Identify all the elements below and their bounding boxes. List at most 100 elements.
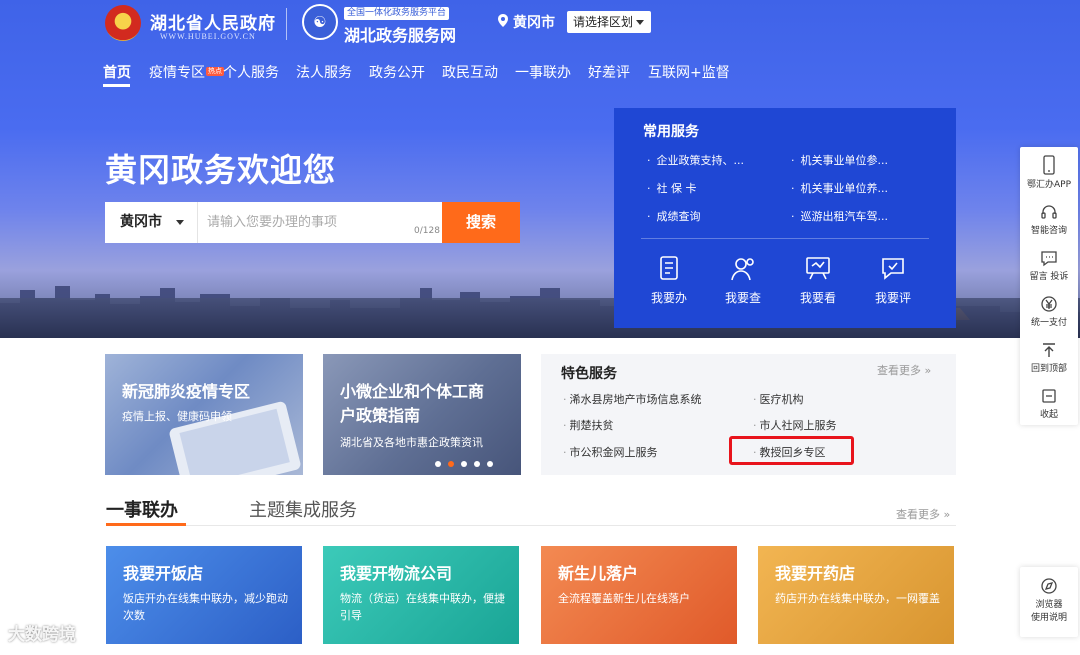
sme-policy-banner[interactable]: 小微企业和个体工商 户政策指南 湖北省及各地市惠企政策资讯: [323, 354, 521, 475]
search-bar: 黄冈市 0/128 搜索: [105, 202, 520, 243]
red-highlight-box: [729, 436, 854, 465]
carousel-dot-active[interactable]: [448, 461, 454, 467]
card-title: 新生儿落户: [558, 564, 639, 583]
panel-divider: [641, 238, 929, 239]
sidebar-collapse-label: 收起: [1039, 410, 1058, 420]
featured-title: 特色服务: [561, 366, 617, 382]
quick-view-label: 我要看: [799, 291, 836, 305]
epidemic-banner[interactable]: 新冠肺炎疫情专区 疫情上报、健康码申领: [105, 354, 303, 475]
nav-interaction[interactable]: 政民互动: [442, 62, 498, 82]
region-select[interactable]: 请选择区划: [567, 11, 651, 33]
nav-corporate[interactable]: 法人服务: [296, 62, 352, 82]
search-button[interactable]: 搜索: [442, 202, 520, 243]
banner-subtitle: 疫情上报、健康码申领: [122, 410, 232, 423]
quick-do-button[interactable]: 我要办: [639, 254, 699, 306]
card-title: 我要开饭店: [123, 564, 204, 583]
nav-one-thing[interactable]: 一事联办: [515, 62, 571, 82]
nav-personal[interactable]: 个人服务: [223, 62, 279, 82]
featured-link[interactable]: 浠水县房地产市场信息系统: [563, 391, 702, 407]
quick-rate-label: 我要评: [874, 291, 911, 305]
national-emblem-icon: [105, 5, 141, 41]
browser-guide-label-1: 浏览器: [1035, 600, 1063, 610]
floating-sidebar: 鄂汇办APP 智能咨询 留言 投诉 统一支付 回到顶部 收起: [1020, 147, 1078, 425]
sidebar-complaint[interactable]: 留言 投诉: [1020, 249, 1078, 282]
nav-epidemic[interactable]: 疫情专区 热点: [149, 62, 225, 82]
nav-active-underline: [103, 84, 130, 87]
collapse-icon: [1042, 389, 1056, 403]
common-service-link[interactable]: 巡游出租汽车驾...: [791, 208, 889, 224]
carousel-dot[interactable]: [474, 461, 480, 467]
common-service-link[interactable]: 机关事业单位养...: [791, 180, 889, 196]
mobile-phone-icon: [1043, 155, 1055, 175]
quick-query-label: 我要查: [724, 291, 761, 305]
nav-gov-affairs[interactable]: 政务公开: [369, 62, 425, 82]
carousel-dot[interactable]: [435, 461, 441, 467]
theme-card-newborn[interactable]: 新生儿落户 全流程覆盖新生儿在线落户: [541, 546, 737, 644]
card-desc: 药店开办在线集中联办，一网覆盖: [775, 592, 940, 605]
quick-rate-button[interactable]: 我要评: [863, 254, 923, 306]
sidebar-payment[interactable]: 统一支付: [1020, 295, 1078, 328]
sidebar-consult[interactable]: 智能咨询: [1020, 203, 1078, 236]
caret-down-icon: [176, 220, 184, 225]
browser-guide-widget[interactable]: 浏览器 使用说明: [1020, 567, 1078, 637]
current-city: 黄冈市: [513, 15, 555, 31]
nav-home[interactable]: 首页: [103, 62, 131, 82]
rate-chat-icon: [882, 258, 904, 280]
banner-title: 新冠肺炎疫情专区: [122, 382, 251, 401]
banner-title-line2: 户政策指南: [340, 406, 421, 425]
theme-card-pharmacy[interactable]: 我要开药店 药店开办在线集中联办，一网覆盖: [758, 546, 954, 644]
sidebar-complaint-label: 留言 投诉: [1029, 272, 1069, 282]
featured-link[interactable]: 医疗机构: [753, 391, 804, 407]
search-input[interactable]: [205, 202, 445, 243]
view-board-icon: [806, 257, 830, 280]
tab-theme-services[interactable]: 主题集成服务: [249, 496, 357, 522]
message-icon: [1041, 251, 1057, 267]
arrow-up-icon: [1043, 343, 1055, 357]
nav-rating[interactable]: 好差评: [588, 62, 630, 82]
theme-card-logistics[interactable]: 我要开物流公司 物流（货运）在线集中联办，便捷引导: [323, 546, 519, 644]
carousel-dot[interactable]: [461, 461, 467, 467]
quick-do-label: 我要办: [650, 291, 687, 305]
quick-view-button[interactable]: 我要看: [788, 254, 848, 306]
browser-guide-label-2: 使用说明: [1030, 613, 1067, 623]
tab-more-link[interactable]: 查看更多 »: [896, 506, 950, 522]
common-service-link[interactable]: 成绩查询: [647, 208, 701, 224]
search-city-label: 黄冈市: [120, 214, 162, 230]
hot-badge: 热点: [206, 67, 224, 76]
quick-query-button[interactable]: 我要查: [713, 254, 773, 306]
tab-active-underline: [106, 523, 186, 526]
query-person-icon: [731, 258, 754, 281]
theme-card-restaurant[interactable]: 我要开饭店 饭店开办在线集中联办，减少跑动次数: [106, 546, 302, 644]
common-service-link[interactable]: 企业政策支持、...: [647, 152, 745, 168]
featured-link[interactable]: 市人社网上服务: [753, 417, 837, 433]
common-service-link[interactable]: 机关事业单位参...: [791, 152, 889, 168]
platform-title[interactable]: 湖北政务服务网: [344, 22, 456, 46]
sidebar-consult-label: 智能咨询: [1030, 226, 1067, 236]
gov-site-url: WWW.HUBEI.GOV.CN: [160, 32, 256, 41]
gov-title[interactable]: 湖北省人民政府: [150, 9, 276, 34]
sidebar-app[interactable]: 鄂汇办APP: [1020, 155, 1078, 190]
carousel-dot[interactable]: [487, 461, 493, 467]
banner-subtitle: 湖北省及各地市惠企政策资讯: [340, 436, 483, 449]
featured-link[interactable]: 荆楚扶贫: [563, 417, 614, 433]
tab-one-thing[interactable]: 一事联办: [106, 496, 178, 522]
carousel-dots: [435, 452, 500, 471]
watermark: 大数跨境: [8, 625, 76, 645]
card-title: 我要开物流公司: [340, 564, 453, 583]
browser-guide: 浏览器 使用说明: [1020, 577, 1078, 623]
featured-link[interactable]: 市公积金网上服务: [563, 444, 658, 460]
search-city-select[interactable]: 黄冈市: [105, 202, 198, 243]
caret-down-icon: [636, 20, 644, 25]
browser-compass-icon: [1041, 578, 1057, 594]
sidebar-back-to-top[interactable]: 回到顶部: [1020, 341, 1078, 374]
sidebar-payment-label: 统一支付: [1030, 318, 1067, 328]
sidebar-collapse[interactable]: 收起: [1020, 387, 1078, 420]
location-pin-icon: [498, 14, 508, 27]
banner-title-line1: 小微企业和个体工商: [340, 382, 485, 401]
tab-divider: [106, 525, 956, 526]
headset-icon: [1041, 205, 1057, 219]
featured-more-link[interactable]: 查看更多 »: [877, 362, 931, 378]
nav-supervision[interactable]: 互联网+监督: [648, 62, 730, 82]
common-service-link[interactable]: 社 保 卡: [647, 180, 697, 196]
handle-icon: [660, 256, 678, 280]
